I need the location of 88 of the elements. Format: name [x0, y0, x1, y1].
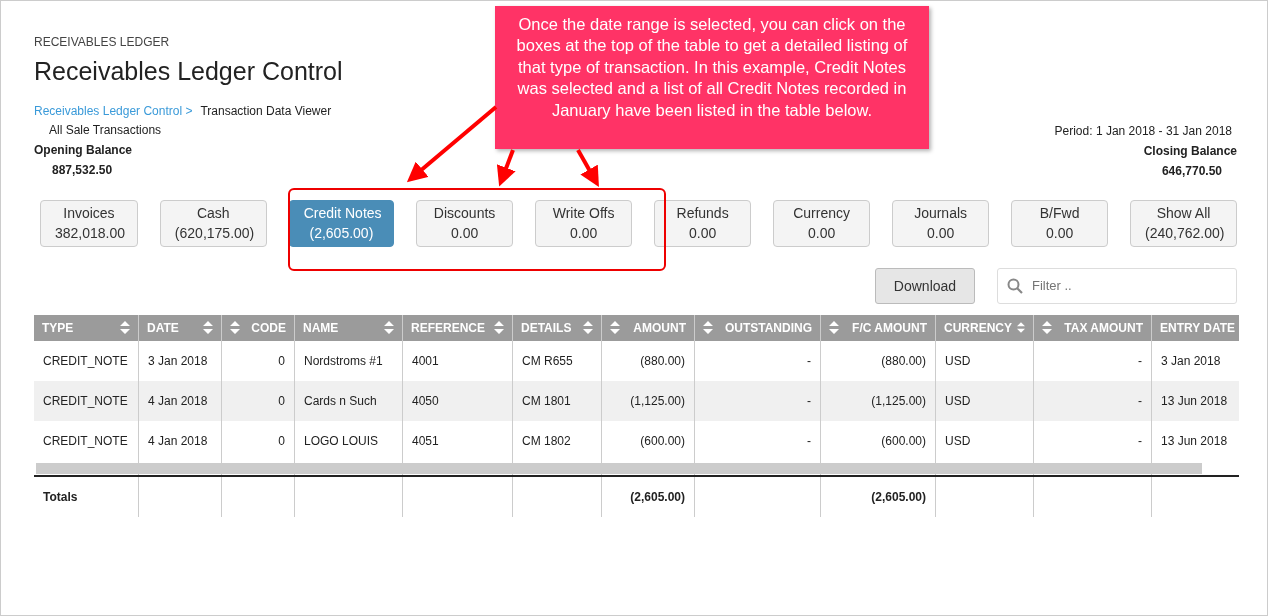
- column-header[interactable]: F/C AMOUNT: [820, 314, 935, 341]
- table-cell: CM R655: [522, 353, 573, 368]
- table-cell: 3 Jan 2018: [1161, 353, 1221, 368]
- table-cell: Cards n Such: [304, 393, 377, 408]
- column-header[interactable]: TAX AMOUNT: [1033, 314, 1151, 341]
- summary-card[interactable]: Invoices 382,018.00: [40, 200, 138, 247]
- table-cell: Nordstroms #1: [304, 353, 383, 368]
- summary-card[interactable]: Write Offs 0.00: [535, 200, 633, 247]
- table-cell: CREDIT_NOTE: [43, 353, 128, 368]
- search-icon: [1007, 277, 1023, 294]
- table-cell: CM 1802: [522, 433, 571, 448]
- table-cell: 3 Jan 2018: [148, 353, 208, 368]
- table-cell: USD: [945, 393, 971, 408]
- summary-card[interactable]: B/Fwd 0.00: [1011, 200, 1109, 247]
- summary-card[interactable]: Credit Notes (2,605.00): [288, 200, 395, 247]
- download-button[interactable]: Download: [875, 267, 975, 304]
- table-cell: 0: [278, 393, 285, 408]
- table-cell: CM 1801: [522, 393, 571, 408]
- table-cell: CREDIT_NOTE: [43, 433, 128, 448]
- column-header[interactable]: OUTSTANDING: [694, 314, 820, 341]
- sort-icon: [203, 321, 213, 335]
- sort-icon: [829, 321, 839, 335]
- column-header[interactable]: NAME: [294, 314, 402, 341]
- table-cell: (600.00): [881, 433, 926, 448]
- sort-icon: [494, 321, 504, 335]
- closing-balance-value: 646,770.50: [1161, 164, 1222, 178]
- column-header[interactable]: CURRENCY: [935, 314, 1033, 341]
- table-cell: 4051: [412, 433, 439, 448]
- table-cell: LOGO LOUIS: [304, 433, 379, 448]
- table-cell: (880.00): [640, 353, 685, 368]
- sort-icon: [1017, 321, 1025, 335]
- opening-balance-label: Opening Balance: [34, 143, 134, 157]
- column-header[interactable]: REFERENCE: [402, 314, 512, 341]
- column-header[interactable]: DETAILS: [512, 314, 601, 341]
- closing-balance-label: Closing Balance: [1143, 144, 1237, 158]
- table-cell: -: [1138, 353, 1142, 368]
- page-title: Receivables Ledger Control: [34, 57, 343, 86]
- table-cell: 13 Jun 2018: [1161, 393, 1228, 408]
- table-cell: 4 Jan 2018: [148, 393, 208, 408]
- table-cell: -: [807, 393, 811, 408]
- summary-card[interactable]: Cash (620,175.00): [159, 200, 267, 247]
- callout-box: Once the date range is selected, you can click on the boxes at the top of the table to get a detailed listing of that type of transaction. In this example, Credit Notes was selected and a list of all Credit Notes recorded in January have been listed in the table below.: [495, 6, 929, 149]
- table-cell: -: [1138, 433, 1142, 448]
- table-cell: 0: [278, 353, 285, 368]
- column-header[interactable]: TYPE: [34, 314, 138, 341]
- totals-cell: (2,605.00): [871, 489, 926, 504]
- arrow: [576, 149, 599, 187]
- table-cell: (1,125.00): [871, 393, 926, 408]
- table-cell: -: [807, 433, 811, 448]
- table-cell: (880.00): [881, 353, 926, 368]
- sort-icon: [703, 321, 713, 335]
- sort-icon: [230, 321, 240, 335]
- totals-cell: (2,605.00): [630, 489, 685, 504]
- sort-icon: [1042, 321, 1052, 335]
- table-cell: -: [1138, 393, 1142, 408]
- table-cell: 13 Jun 2018: [1161, 433, 1228, 448]
- breadcrumb-link[interactable]: Receivables Ledger Control >: [34, 104, 193, 118]
- column-header[interactable]: AMOUNT: [601, 314, 694, 341]
- table-cell: 4001: [412, 353, 439, 368]
- column-header[interactable]: ENTRY DATE: [1151, 314, 1239, 341]
- table-cell: 4 Jan 2018: [148, 433, 208, 448]
- sort-icon: [120, 321, 130, 335]
- opening-balance-value: 887,532.50: [52, 163, 114, 177]
- column-header[interactable]: DATE: [138, 314, 221, 341]
- summary-card[interactable]: Discounts 0.00: [416, 200, 514, 247]
- table-cell: 4050: [412, 393, 439, 408]
- subtitle: All Sale Transactions: [49, 123, 163, 137]
- summary-card[interactable]: Journals 0.00: [892, 200, 990, 247]
- sort-icon: [384, 321, 394, 335]
- summary-card[interactable]: Refunds 0.00: [654, 200, 752, 247]
- period-label: Period: 1 Jan 2018 - 31 Jan 2018: [1054, 124, 1232, 138]
- section-label: RECEIVABLES LEDGER: [34, 35, 171, 49]
- summary-card[interactable]: Show All (240,762.00): [1130, 200, 1237, 247]
- table-cell: (600.00): [640, 433, 685, 448]
- scrollbar[interactable]: [36, 462, 1202, 474]
- breadcrumb-current: Transaction Data Viewer: [200, 104, 332, 118]
- table-cell: (1,125.00): [630, 393, 685, 408]
- sort-icon: [583, 321, 593, 335]
- filter-field[interactable]: Filter ..: [997, 267, 1237, 304]
- summary-card[interactable]: Currency 0.00: [773, 200, 871, 247]
- totals-cell: Totals: [43, 489, 78, 504]
- table-cell: USD: [945, 433, 971, 448]
- table-cell: 0: [278, 433, 285, 448]
- table-cell: -: [807, 353, 811, 368]
- sort-icon: [610, 321, 620, 335]
- table-cell: CREDIT_NOTE: [43, 393, 128, 408]
- table-cell: USD: [945, 353, 971, 368]
- column-header[interactable]: CODE: [221, 314, 294, 341]
